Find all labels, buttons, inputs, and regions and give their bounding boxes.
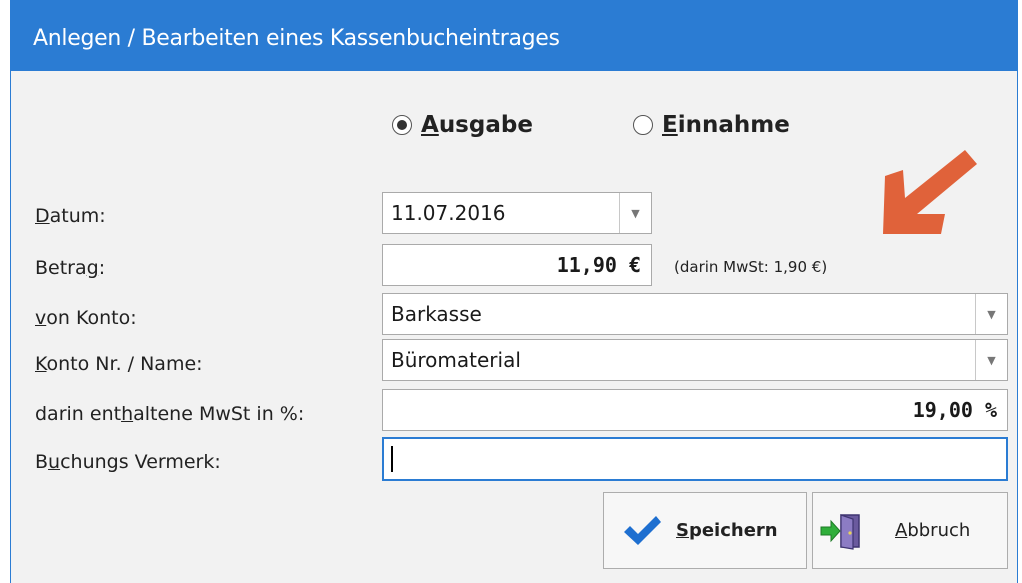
vat-rate-field[interactable]: 19,00 % xyxy=(382,389,1008,431)
amount-field[interactable]: 11,90 € xyxy=(382,244,652,286)
account-select[interactable]: Büromaterial ▼ xyxy=(382,339,1008,381)
chevron-down-icon[interactable]: ▼ xyxy=(975,340,1007,380)
cancel-button[interactable]: Abbruch xyxy=(812,492,1008,569)
dialog-window: Anlegen / Bearbeiten eines Kassenbuchein… xyxy=(10,0,1018,583)
radio-einnahme-indicator[interactable] xyxy=(633,115,653,135)
radio-ausgabe-label: Ausgabe xyxy=(421,112,533,138)
exit-door-icon xyxy=(820,513,860,550)
label-konto-nr: Konto Nr. / Name: xyxy=(35,353,203,375)
radio-ausgabe[interactable]: Ausgabe xyxy=(392,112,533,138)
save-button-label: Speichern xyxy=(676,520,778,541)
date-picker[interactable]: 11.07.2016 ▼ xyxy=(382,192,652,234)
date-value[interactable]: 11.07.2016 xyxy=(383,201,619,225)
label-vermerk: Buchungs Vermerk: xyxy=(35,451,221,473)
from-account-value[interactable]: Barkasse xyxy=(383,302,975,326)
chevron-down-icon[interactable]: ▼ xyxy=(975,294,1007,334)
checkmark-icon xyxy=(624,515,661,545)
vat-rate-value[interactable]: 19,00 % xyxy=(383,398,1007,422)
label-datum: Datum: xyxy=(35,205,106,227)
window-title: Anlegen / Bearbeiten eines Kassenbuchein… xyxy=(33,26,560,51)
annotation-arrow-icon xyxy=(883,150,977,234)
cancel-button-label: Abbruch xyxy=(895,520,971,541)
radio-einnahme[interactable]: Einnahme xyxy=(633,112,790,138)
text-caret xyxy=(391,446,393,472)
vat-hint: (darin MwSt: 1,90 €) xyxy=(674,258,828,276)
radio-ausgabe-indicator[interactable] xyxy=(392,115,412,135)
chevron-down-icon[interactable]: ▼ xyxy=(619,193,651,233)
booking-note-input[interactable] xyxy=(382,437,1008,481)
account-value[interactable]: Büromaterial xyxy=(383,348,975,372)
from-account-select[interactable]: Barkasse ▼ xyxy=(382,293,1008,335)
title-bar: Anlegen / Bearbeiten eines Kassenbuchein… xyxy=(11,0,1017,71)
amount-value[interactable]: 11,90 € xyxy=(383,253,651,277)
label-von-konto: von Konto: xyxy=(35,307,137,329)
save-button[interactable]: Speichern xyxy=(603,492,807,569)
label-betrag: Betrag: xyxy=(35,257,106,279)
label-mwst: darin enthaltene MwSt in %: xyxy=(35,403,305,425)
radio-einnahme-label: Einnahme xyxy=(662,112,790,138)
